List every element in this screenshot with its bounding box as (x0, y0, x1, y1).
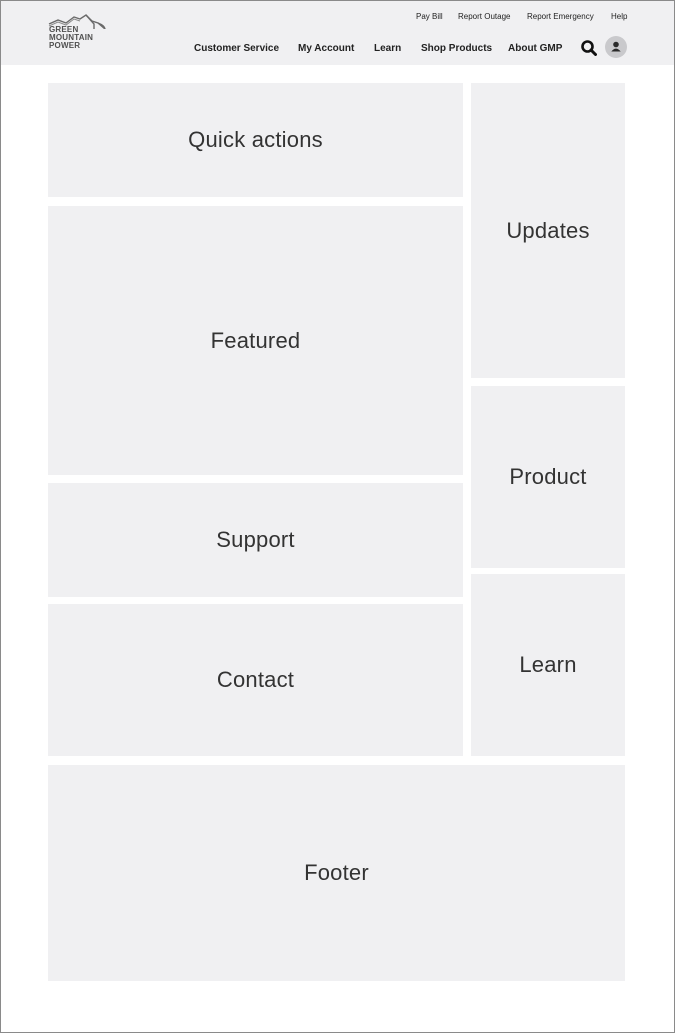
block-label: Product (509, 464, 587, 489)
support-block: Support (48, 483, 463, 597)
block-label: Featured (210, 327, 301, 353)
logo-line: POWER (49, 41, 81, 50)
nav-customer-service[interactable]: Customer Service (194, 43, 279, 54)
util-link-pay-bill[interactable]: Pay Bill (416, 12, 443, 21)
featured-block: Featured (48, 206, 463, 475)
block-label: Contact (216, 667, 295, 692)
nav-shop-products[interactable]: Shop Products (421, 43, 492, 54)
site-header: GREEN MOUNTAIN POWER Pay Bill Report Out… (1, 1, 674, 65)
logo-wordmark: GREEN MOUNTAIN POWER (49, 26, 93, 50)
block-label: Updates (506, 217, 590, 243)
footer-block: Footer (48, 765, 625, 981)
contact-block: Contact (48, 604, 463, 756)
product-block: Product (471, 386, 625, 568)
updates-block: Updates (471, 83, 625, 378)
search-icon[interactable] (581, 40, 597, 56)
quick-actions-block: Quick actions (48, 83, 463, 197)
block-label: Footer (304, 860, 369, 885)
account-avatar[interactable] (605, 36, 627, 58)
util-link-report-outage[interactable]: Report Outage (458, 12, 510, 21)
nav-learn[interactable]: Learn (374, 43, 401, 54)
gmp-logo[interactable]: GREEN MOUNTAIN POWER (48, 13, 112, 55)
nav-my-account[interactable]: My Account (298, 43, 354, 54)
util-link-report-emergency[interactable]: Report Emergency (527, 12, 594, 21)
nav-about-gmp[interactable]: About GMP (508, 43, 562, 54)
util-link-help[interactable]: Help (611, 12, 627, 21)
learn-block: Learn (471, 574, 625, 756)
block-label: Quick actions (188, 127, 323, 152)
block-label: Support (216, 527, 295, 552)
block-label: Learn (519, 652, 577, 677)
user-icon (611, 41, 621, 52)
